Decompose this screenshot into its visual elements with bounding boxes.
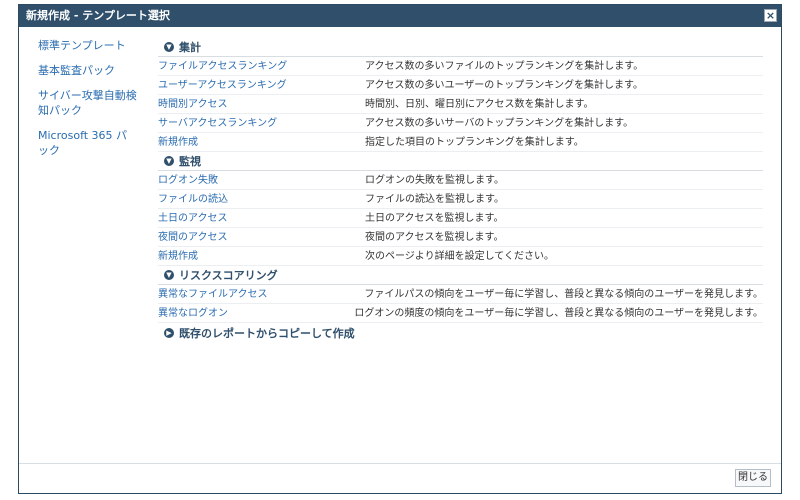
section-copy-title: 既存のレポートからコピーして作成 xyxy=(179,326,355,340)
chevron-down-icon: ▼ xyxy=(164,270,174,280)
template-description: ファイルパスの傾向をユーザー毎に学習し、普段と異なる傾向のユーザーを発見します。 xyxy=(364,289,763,300)
template-list: ▼ 集計 ファイルアクセスランキング アクセス数の多いファイルのトップランキング… xyxy=(158,38,763,342)
template-description: 夜間のアクセスを監視します。 xyxy=(365,232,504,243)
template-link[interactable]: 新規作成 xyxy=(158,133,365,151)
chevron-down-icon: ▼ xyxy=(164,42,174,52)
template-link[interactable]: ユーザーアクセスランキング xyxy=(158,76,365,94)
template-description: ログオンの失敗を監視します。 xyxy=(365,175,504,186)
table-row: ファイルの読込 ファイルの読込を監視します。 xyxy=(158,190,763,209)
section-aggregate-header[interactable]: ▼ 集計 xyxy=(158,38,763,57)
chevron-right-icon: ▶ xyxy=(164,327,174,338)
table-row: 新規作成 指定した項目のトップランキングを集計します。 xyxy=(158,133,763,152)
table-row: サーバアクセスランキング アクセス数の多いサーバのトップランキングを集計します。 xyxy=(158,114,763,133)
table-row: 夜間のアクセス 夜間のアクセスを監視します。 xyxy=(158,228,763,247)
section-risk-header[interactable]: ▼ リスクスコアリング xyxy=(158,266,763,285)
template-link[interactable]: 異常なファイルアクセス xyxy=(158,285,364,303)
dialog-footer: 閉じる xyxy=(19,463,781,493)
template-link[interactable]: 時間別アクセス xyxy=(158,95,365,113)
template-link[interactable]: ファイルの読込 xyxy=(158,190,365,208)
table-row: ログオン失敗 ログオンの失敗を監視します。 xyxy=(158,171,763,190)
template-link[interactable]: 土日のアクセス xyxy=(158,209,365,227)
section-copy-header[interactable]: ▶ 既存のレポートからコピーして作成 xyxy=(158,323,763,342)
sidebar-item-basic-audit-pack[interactable]: 基本監査パック xyxy=(38,63,138,78)
table-row: 異常なファイルアクセス ファイルパスの傾向をユーザー毎に学習し、普段と異なる傾向… xyxy=(158,285,763,304)
dialog-title: 新規作成 - テンプレート選択 xyxy=(26,9,170,22)
table-row: ファイルアクセスランキング アクセス数の多いファイルのトップランキングを集計しま… xyxy=(158,57,763,76)
table-row: ユーザーアクセスランキング アクセス数の多いユーザーのトップランキングを集計しま… xyxy=(158,76,763,95)
template-description: 指定した項目のトップランキングを集計します。 xyxy=(365,137,584,148)
close-icon[interactable]: × xyxy=(764,9,777,22)
template-link[interactable]: 異常なログオン xyxy=(158,304,354,322)
dialog-titlebar: 新規作成 - テンプレート選択 × xyxy=(19,5,781,27)
section-risk-title: リスクスコアリング xyxy=(179,269,278,282)
template-description: 時間別、日別、曜日別にアクセス数を集計します。 xyxy=(365,99,594,110)
table-row: 新規作成 次のページより詳細を設定してください。 xyxy=(158,247,763,266)
template-description: 土日のアクセスを監視します。 xyxy=(365,213,504,224)
table-row: 時間別アクセス 時間別、日別、曜日別にアクセス数を集計します。 xyxy=(158,95,763,114)
template-description: ファイルの読込を監視します。 xyxy=(365,194,504,205)
template-link[interactable]: サーバアクセスランキング xyxy=(158,114,365,132)
table-row: 土日のアクセス 土日のアクセスを監視します。 xyxy=(158,209,763,228)
template-description: アクセス数の多いユーザーのトップランキングを集計します。 xyxy=(365,80,643,91)
section-monitor-title: 監視 xyxy=(179,155,201,168)
sidebar-item-microsoft-365-pack[interactable]: Microsoft 365 パック xyxy=(38,128,138,158)
template-description: 次のページより詳細を設定してください。 xyxy=(365,251,554,262)
template-sidebar: 標準テンプレート 基本監査パック サイバー攻撃自動検知パック Microsoft… xyxy=(19,27,149,168)
section-monitor-header[interactable]: ▼ 監視 xyxy=(158,152,763,171)
sidebar-item-standard-template[interactable]: 標準テンプレート xyxy=(38,38,138,53)
template-link[interactable]: ログオン失敗 xyxy=(158,171,365,189)
sidebar-item-cyber-attack-pack[interactable]: サイバー攻撃自動検知パック xyxy=(38,88,138,118)
template-link[interactable]: 新規作成 xyxy=(158,247,365,265)
close-button[interactable]: 閉じる xyxy=(735,469,771,487)
chevron-down-icon: ▼ xyxy=(164,156,174,166)
template-description: アクセス数の多いサーバのトップランキングを集計します。 xyxy=(365,118,634,129)
template-description: ログオンの頻度の傾向をユーザー毎に学習し、普段と異なる傾向のユーザーを発見します… xyxy=(354,308,763,319)
template-dialog: 新規作成 - テンプレート選択 × 標準テンプレート 基本監査パック サイバー攻… xyxy=(18,4,782,494)
template-link[interactable]: ファイルアクセスランキング xyxy=(158,57,365,75)
template-description: アクセス数の多いファイルのトップランキングを集計します。 xyxy=(365,61,644,72)
table-row: 異常なログオン ログオンの頻度の傾向をユーザー毎に学習し、普段と異なる傾向のユー… xyxy=(158,304,763,323)
section-aggregate-title: 集計 xyxy=(179,41,201,54)
template-link[interactable]: 夜間のアクセス xyxy=(158,228,365,246)
